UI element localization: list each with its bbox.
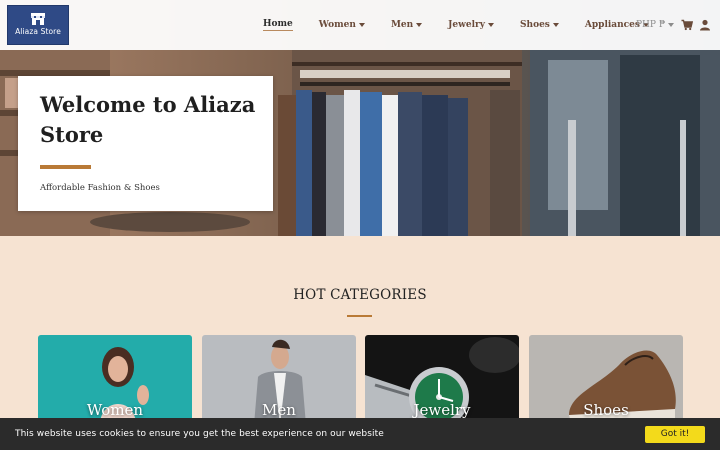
category-card-shoes[interactable]: Shoes [529, 335, 683, 425]
nav-item-label: Appliances [584, 20, 640, 30]
category-label: Jewelry [413, 401, 471, 419]
category-label: Women [86, 401, 144, 419]
cart-icon[interactable] [681, 19, 693, 31]
nav-item-label: Home [263, 19, 293, 29]
category-label: Shoes [583, 401, 629, 419]
hero-subtitle: Affordable Fashion & Shoes [40, 183, 160, 193]
category-label: Men [262, 401, 296, 419]
category-card-women[interactable]: Women [38, 335, 192, 425]
chevron-down-icon [488, 23, 495, 27]
cookie-banner: This website uses cookies to ensure you … [0, 418, 720, 450]
cookie-message: This website uses cookies to ensure you … [15, 429, 384, 439]
nav-item-women[interactable]: Women [319, 20, 365, 30]
section-title: HOT CATEGORIES [293, 287, 427, 303]
category-card-men[interactable]: Men [202, 335, 356, 425]
nav-item-jewelry[interactable]: Jewelry [448, 20, 495, 30]
main-nav: Home Women Men Jewelry Shoes Appliances [263, 0, 675, 50]
store-logo[interactable]: Aliaza Store [7, 5, 69, 45]
nav-item-label: Shoes [520, 20, 550, 30]
user-icon[interactable] [699, 19, 711, 31]
hero-title: Welcome to Aliaza Store [40, 92, 256, 147]
chevron-down-icon [358, 23, 365, 27]
chevron-down-icon [552, 23, 559, 27]
nav-item-men[interactable]: Men [390, 20, 423, 30]
site-header: Aliaza Store Home Women Men Jewelry Shoe… [0, 0, 720, 50]
nav-item-home[interactable]: Home [263, 19, 293, 31]
storefront-icon [31, 13, 45, 25]
chevron-down-icon [668, 23, 675, 27]
accept-cookies-button[interactable]: Got it! [645, 426, 705, 443]
logo-text: Aliaza Store [15, 27, 61, 36]
accent-divider [40, 165, 91, 169]
category-card-jewelry[interactable]: Jewelry [365, 335, 519, 425]
nav-item-label: Men [390, 20, 414, 30]
currency-label: PHP ₱ [636, 20, 666, 30]
nav-item-label: Jewelry [448, 20, 486, 30]
currency-selector[interactable]: PHP ₱ [636, 0, 675, 50]
nav-item-shoes[interactable]: Shoes [520, 20, 559, 30]
chevron-down-icon [416, 23, 423, 27]
nav-item-label: Women [318, 20, 356, 30]
welcome-card: Welcome to Aliaza Store Affordable Fashi… [18, 76, 273, 211]
section-divider [347, 315, 372, 317]
